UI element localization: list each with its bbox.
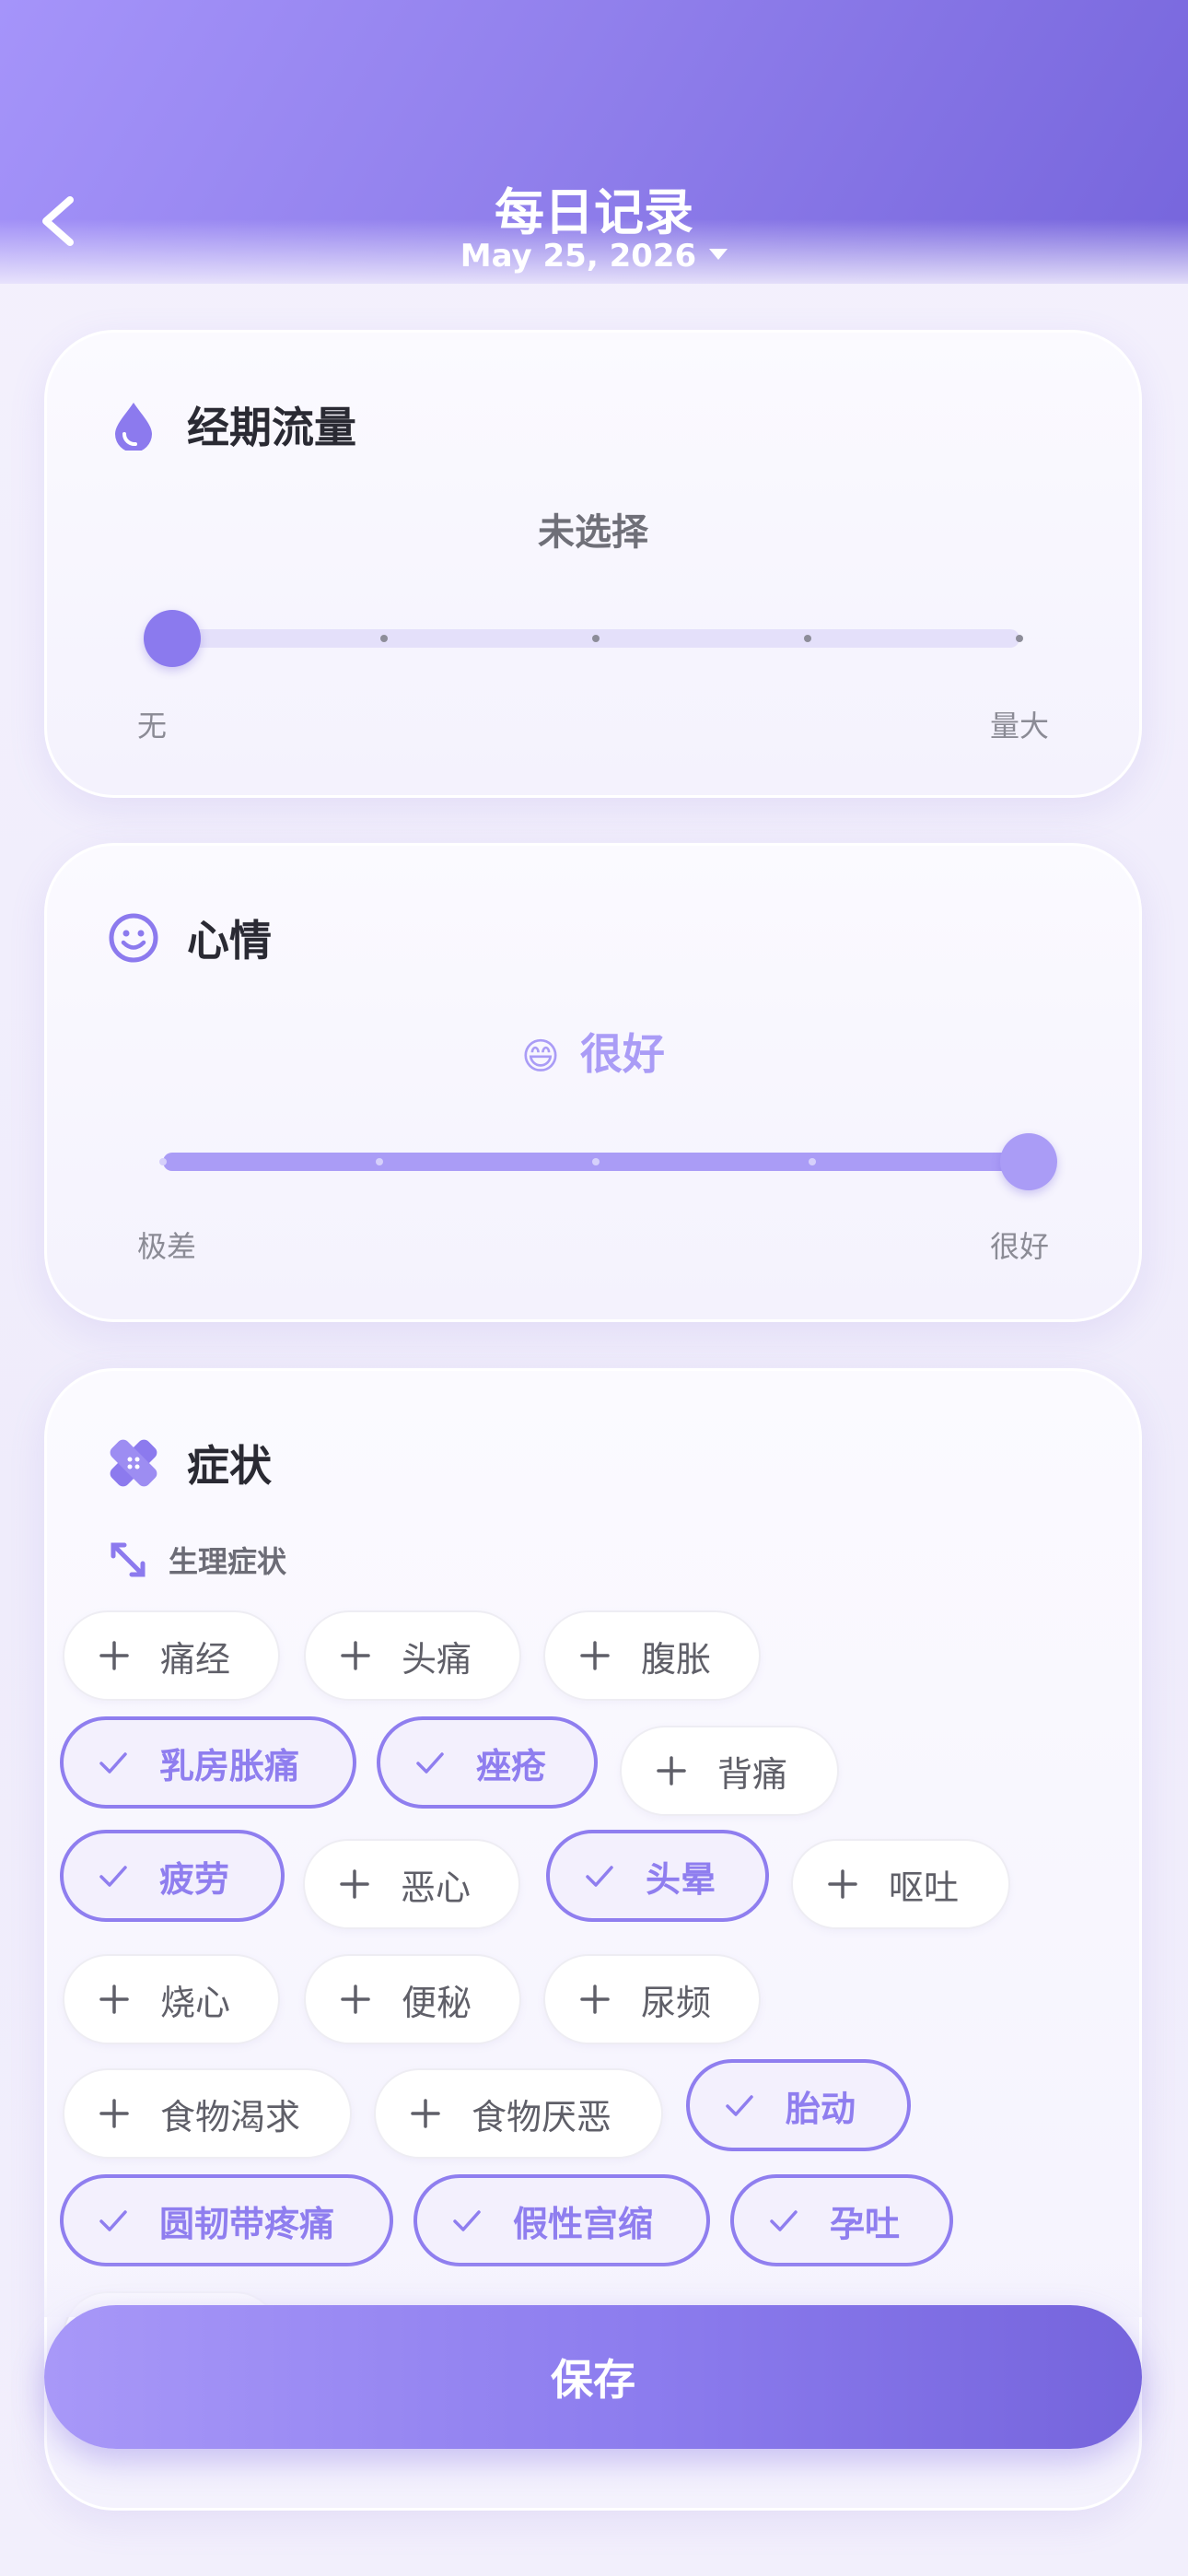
symptom-chip[interactable]: 呕吐 — [791, 1839, 1010, 1929]
mood-min-label: 极差 — [137, 1229, 197, 1264]
caret-down-icon — [709, 248, 728, 260]
droplet-icon — [115, 403, 152, 451]
plus-icon — [657, 1756, 686, 1786]
flow-title: 经期流量 — [187, 403, 356, 452]
symptom-chip[interactable]: 疲劳 — [60, 1830, 285, 1922]
date-text: May 25, 2026 — [460, 238, 697, 275]
symptom-chip[interactable]: 痤疮 — [377, 1716, 598, 1809]
symptoms-title: 症状 — [187, 1441, 272, 1491]
check-icon — [99, 1866, 127, 1887]
symptom-chip-label: 食物渴求 — [160, 2096, 301, 2137]
symptom-chip-label: 背痛 — [717, 1753, 788, 1795]
plus-icon — [99, 2099, 129, 2128]
symptom-chip[interactable]: 烧心 — [63, 1954, 280, 2044]
symptom-chip-label: 烧心 — [160, 1982, 231, 2023]
physical-symptoms-label: 生理症状 — [169, 1544, 287, 1579]
symptom-chip[interactable]: 痛经 — [63, 1610, 280, 1701]
mood-selection-text: 很好 — [579, 1029, 665, 1079]
symptom-chip[interactable]: 便秘 — [304, 1954, 521, 2044]
plus-icon — [99, 1985, 129, 2014]
slider-step-dot — [1016, 635, 1023, 642]
symptom-chip-label: 痛经 — [160, 1638, 231, 1680]
mood-card: 心情 😄 很好 极差 很好 — [44, 843, 1142, 1322]
slider-step-dot — [376, 1158, 383, 1165]
plus-icon — [411, 2099, 440, 2128]
symptom-chip[interactable]: 乳房胀痛 — [60, 1716, 356, 1809]
flow-card: 经期流量 未选择 无 量大 — [44, 330, 1142, 798]
flow-selection: 未选择 — [538, 511, 648, 554]
symptom-chip-label: 呕吐 — [889, 1867, 960, 1908]
check-icon — [586, 1866, 613, 1887]
symptom-chip-label: 头痛 — [402, 1638, 472, 1680]
symptom-chip[interactable]: 头晕 — [546, 1830, 769, 1922]
mood-title: 心情 — [187, 916, 272, 966]
plus-icon — [341, 1641, 370, 1670]
slider-step-dot — [809, 1158, 816, 1165]
symptom-chip-label: 胎动 — [786, 2088, 856, 2129]
flow-slider-thumb[interactable] — [144, 610, 201, 667]
page-title: 每日记录 — [495, 183, 693, 241]
stretch-icon — [111, 1542, 146, 1577]
check-icon — [99, 2210, 127, 2231]
bandage-icon — [110, 1439, 157, 1487]
symptom-chip[interactable]: 食物厌恶 — [374, 2068, 663, 2159]
symptom-chip-label: 假性宫缩 — [513, 2203, 654, 2244]
check-icon — [726, 2095, 753, 2116]
symptom-chip-label: 便秘 — [402, 1982, 472, 2023]
slider-step-dot — [159, 1158, 167, 1165]
plus-icon — [580, 1985, 610, 2014]
mood-slider-thumb[interactable] — [1000, 1133, 1057, 1190]
mood-slider-track[interactable] — [159, 1153, 1032, 1171]
symptom-chip[interactable]: 胎动 — [686, 2059, 911, 2151]
flow-slider-track[interactable] — [169, 629, 1023, 648]
plus-icon — [340, 1869, 369, 1899]
date-selector[interactable]: May 25, 2026 — [0, 238, 1188, 275]
slider-step-dot — [804, 635, 811, 642]
symptom-chip-label: 尿频 — [641, 1982, 712, 2023]
symptom-chip[interactable]: 腹胀 — [543, 1610, 761, 1701]
physical-symptoms-heading: 生理症状 — [108, 1539, 286, 1581]
save-button[interactable]: 保存 — [44, 2305, 1142, 2449]
flow-max-label: 量大 — [989, 708, 1049, 744]
symptom-chip[interactable]: 圆韧带疼痛 — [60, 2174, 393, 2266]
symptom-chip[interactable]: 头痛 — [304, 1610, 521, 1701]
slider-step-dot — [592, 635, 600, 642]
symptom-chip-label: 恶心 — [401, 1867, 472, 1908]
symptom-chip-label: 孕吐 — [830, 2203, 901, 2244]
symptom-chip-label: 痤疮 — [476, 1745, 547, 1786]
plus-icon — [580, 1641, 610, 1670]
plus-icon — [828, 1869, 857, 1899]
flow-min-label: 无 — [137, 708, 168, 744]
check-icon — [99, 1752, 127, 1774]
symptom-chip[interactable]: 食物渴求 — [63, 2068, 352, 2159]
mood-max-label: 很好 — [989, 1229, 1049, 1264]
symptom-chip-label: 疲劳 — [159, 1858, 230, 1900]
symptom-chip[interactable]: 尿频 — [543, 1954, 761, 2044]
check-icon — [770, 2210, 798, 2231]
symptom-chip[interactable]: 背痛 — [620, 1726, 839, 1816]
slider-step-dot — [380, 635, 388, 642]
symptom-chip[interactable]: 恶心 — [303, 1839, 520, 1929]
symptom-chip-label: 腹胀 — [641, 1638, 712, 1680]
mood-emoji: 😄 — [521, 1036, 560, 1078]
symptom-chip[interactable]: 孕吐 — [730, 2174, 953, 2266]
symptom-chip-label: 食物厌恶 — [472, 2096, 612, 2137]
symptom-chip-label: 圆韧带疼痛 — [159, 2203, 335, 2244]
mood-selection: 😄 很好 — [47, 1021, 1139, 1082]
plus-icon — [99, 1641, 129, 1670]
plus-icon — [341, 1985, 370, 2014]
smiley-icon — [109, 913, 158, 963]
symptom-chip-label: 乳房胀痛 — [159, 1745, 300, 1786]
check-icon — [416, 1752, 444, 1774]
symptom-chip-label: 头晕 — [646, 1858, 716, 1900]
symptom-chip[interactable]: 假性宫缩 — [413, 2174, 710, 2266]
check-icon — [453, 2210, 481, 2231]
slider-step-dot — [592, 1158, 600, 1165]
